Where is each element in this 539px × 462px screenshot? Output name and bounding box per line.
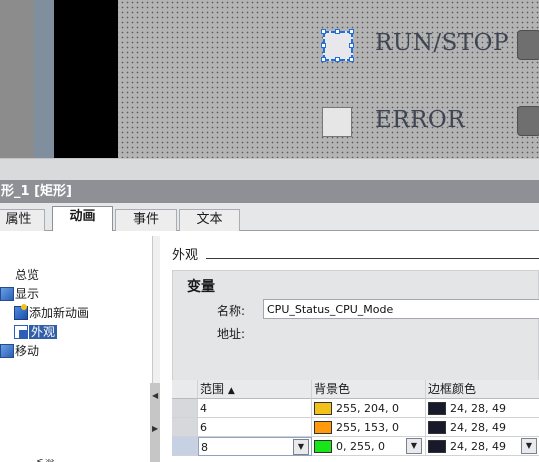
row-selector[interactable]: [172, 437, 198, 456]
nav-item-label: 显示: [15, 287, 40, 301]
resize-handle[interactable]: [349, 29, 354, 34]
canvas-black-panel: [54, 0, 118, 158]
nav-item-move[interactable]: 移动: [0, 342, 39, 360]
range-cell[interactable]: 8 ▼: [198, 437, 312, 456]
column-header-background[interactable]: 背景色: [312, 380, 426, 399]
address-label: 地址:: [217, 327, 246, 341]
resize-handle[interactable]: [349, 57, 354, 62]
nav-item-overview[interactable]: 总览: [15, 266, 39, 284]
move-icon: [0, 344, 14, 358]
resize-handle[interactable]: [321, 29, 326, 34]
resize-handle[interactable]: [335, 29, 340, 34]
resize-handle[interactable]: [349, 43, 354, 48]
canvas-left-strip: [0, 0, 34, 158]
nav-item-add-animation[interactable]: 添加新动画: [14, 304, 89, 322]
tab-events[interactable]: 事件: [115, 209, 177, 231]
animation-nav-tree: 总览 显示 添加新动画 外观 移动: [0, 231, 152, 462]
error-button[interactable]: [517, 106, 539, 136]
nav-item-label: 外观: [29, 325, 58, 339]
resize-handle[interactable]: [321, 57, 326, 62]
background-color-cell[interactable]: 0, 255, 0 ▼: [312, 437, 426, 456]
run-stop-label[interactable]: RUN/STOP: [375, 30, 509, 56]
column-header-label: 范围: [200, 382, 225, 396]
resize-handle[interactable]: [335, 57, 340, 62]
appearance-icon: [14, 325, 28, 339]
resize-handle[interactable]: [321, 43, 326, 48]
chevron-down-icon[interactable]: ▼: [406, 438, 422, 454]
column-header-border[interactable]: 边框颜色: [426, 380, 539, 399]
inspector-tabbar: 属性 动画 事件 文本: [0, 203, 539, 232]
border-color-cell[interactable]: 24, 28, 49 ▼: [426, 437, 539, 456]
error-label[interactable]: ERROR: [375, 107, 465, 133]
variable-name-field[interactable]: [263, 299, 539, 319]
chevron-down-icon[interactable]: ▼: [293, 439, 309, 455]
run-stop-indicator-rect[interactable]: [321, 29, 354, 62]
row-selector[interactable]: [172, 418, 198, 437]
color-swatch-icon: [314, 402, 332, 415]
color-value: 24, 28, 49: [450, 402, 506, 415]
range-cell[interactable]: 4: [198, 399, 312, 418]
nav-item-label: 总览: [15, 268, 40, 282]
color-value: 255, 204, 0: [336, 402, 399, 415]
appearance-pane: 外观 变量 名称: 地址: 范围 ▲ 背景色 边框颜色 4 255, 204, …: [162, 236, 539, 462]
background-color-cell[interactable]: 255, 204, 0: [312, 399, 426, 418]
row-header-corner: [172, 380, 198, 399]
nav-item-label: 移动: [15, 344, 40, 358]
tab-texts[interactable]: 文本: [179, 209, 240, 231]
panel-separator: [0, 158, 539, 180]
color-swatch-icon: [314, 421, 332, 434]
name-label: 名称:: [217, 304, 246, 318]
table-row[interactable]: 6 255, 153, 0 24, 28, 49: [172, 418, 539, 437]
expand-right-arrow-icon[interactable]: ▶: [152, 425, 158, 433]
screen-canvas[interactable]: RUN/STOP ERROR: [0, 0, 539, 158]
column-header-range[interactable]: 范围 ▲: [198, 380, 312, 399]
table-header-row: 范围 ▲ 背景色 边框颜色: [172, 380, 539, 399]
color-swatch-icon: [428, 421, 446, 434]
collapse-left-arrow-icon[interactable]: ◀: [152, 392, 158, 400]
inspector-title: 形_1 [矩形]: [0, 180, 539, 203]
tab-properties[interactable]: 属性: [0, 209, 45, 231]
color-value: 0, 255, 0: [336, 440, 385, 453]
run-stop-button[interactable]: [517, 30, 539, 60]
variable-group: 变量 名称: 地址:: [172, 270, 539, 386]
canvas-steel-strip: [34, 0, 54, 158]
range-cell[interactable]: 6: [198, 418, 312, 437]
nav-item-label: 添加新动画: [29, 306, 90, 320]
background-color-cell[interactable]: 255, 153, 0: [312, 418, 426, 437]
chevron-down-icon[interactable]: ▼: [521, 438, 537, 454]
tab-animations[interactable]: 动画: [52, 206, 113, 232]
color-swatch-icon: [428, 402, 446, 415]
border-color-cell[interactable]: 24, 28, 49: [426, 399, 539, 418]
range-value: 8: [201, 441, 208, 454]
table-row[interactable]: 4 255, 204, 0 24, 28, 49: [172, 399, 539, 418]
table-row-selected[interactable]: 8 ▼ 0, 255, 0 ▼ 24, 28, 49 ▼: [172, 437, 539, 456]
section-divider: [206, 258, 539, 259]
display-icon: [0, 287, 14, 301]
color-value: 255, 153, 0: [336, 421, 399, 434]
error-indicator-rect[interactable]: [322, 107, 352, 137]
row-selector[interactable]: [172, 399, 198, 418]
border-color-cell[interactable]: 24, 28, 49: [426, 418, 539, 437]
color-swatch-icon: [314, 440, 332, 453]
color-swatch-icon: [428, 440, 446, 453]
section-title: 外观: [172, 248, 199, 263]
color-value: 24, 28, 49: [450, 421, 506, 434]
nav-item-display[interactable]: 显示: [0, 285, 39, 303]
add-animation-icon: [14, 304, 28, 320]
nav-item-appearance[interactable]: 外观: [14, 323, 58, 341]
color-value: 24, 28, 49: [450, 440, 506, 453]
variable-group-title: 变量: [187, 279, 215, 295]
sort-ascending-icon: ▲: [227, 386, 235, 396]
